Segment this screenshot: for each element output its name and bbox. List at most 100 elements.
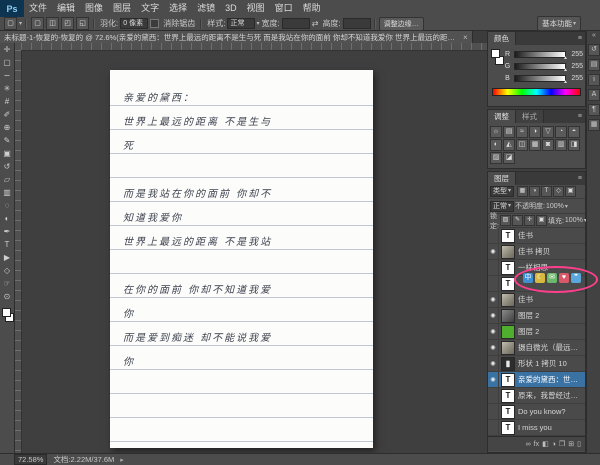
black-white-icon[interactable]: ◐	[490, 139, 502, 151]
panel-menu-icon[interactable]: ≡	[578, 35, 582, 42]
menu-item[interactable]: 文字	[136, 0, 164, 17]
layer-row[interactable]: T 亲爱的黛西：世界上…	[488, 372, 585, 388]
foreground-color-swatch[interactable]	[491, 49, 500, 58]
canvas-area[interactable]: 亲爱的黛西：世界上最远的距离 不是生与死而是我站在你的面前 你却不知道我爱你世界…	[14, 43, 487, 453]
layer-row[interactable]: 图层 2	[488, 308, 585, 324]
foreground-color-swatch[interactable]	[2, 308, 11, 317]
marquee-tool[interactable]: ▢	[0, 56, 14, 69]
layer-visibility-toggle[interactable]	[488, 292, 499, 308]
shape-tool[interactable]: ◇	[0, 264, 14, 277]
threshold-icon[interactable]: ◨	[568, 139, 580, 151]
move-tool[interactable]: ✛	[0, 43, 14, 56]
layer-thumbnail[interactable]: T	[501, 389, 515, 403]
invert-icon[interactable]: ◙	[542, 139, 554, 151]
filter-pixel-icon[interactable]: ▦	[517, 186, 528, 197]
paragraph-panel-icon[interactable]: ¶	[588, 104, 600, 116]
pen-tool[interactable]: ✒	[0, 225, 14, 238]
eyedropper-tool[interactable]: ✐	[0, 108, 14, 121]
menu-item[interactable]: 帮助	[298, 0, 326, 17]
gradient-tool[interactable]: ▥	[0, 186, 14, 199]
crop-tool[interactable]: #	[0, 95, 14, 108]
lasso-tool[interactable]: ∽	[0, 69, 14, 82]
layer-visibility-toggle[interactable]	[488, 404, 499, 420]
brightness-contrast-icon[interactable]: ☼	[490, 126, 502, 138]
feather-input[interactable]: 0 像素	[120, 18, 148, 29]
menu-item[interactable]: 窗口	[270, 0, 298, 17]
channel-value[interactable]: 255	[569, 51, 583, 58]
brush-tool[interactable]: ✎	[0, 134, 14, 147]
layer-thumbnail[interactable]	[501, 293, 515, 307]
selection-mode-icon[interactable]: ▢	[31, 17, 44, 30]
layer-visibility-toggle[interactable]	[488, 308, 499, 324]
history-panel-icon[interactable]: ↺	[588, 44, 600, 56]
type-tool[interactable]: T	[0, 238, 14, 251]
layer-visibility-toggle[interactable]	[488, 420, 499, 436]
channel-mixer-icon[interactable]: ◫	[516, 139, 528, 151]
layer-row[interactable]: 佳书	[488, 292, 585, 308]
filter-type-icon[interactable]: T	[541, 186, 552, 197]
width-input[interactable]	[282, 18, 310, 29]
tab-color[interactable]: 颜色	[488, 32, 516, 45]
selection-mode-icon[interactable]: ◰	[61, 17, 74, 30]
selection-mode-icon[interactable]: ◫	[46, 17, 59, 30]
tab-styles[interactable]: 样式	[516, 110, 544, 123]
layer-visibility-toggle[interactable]	[488, 340, 499, 356]
menu-item[interactable]: 滤镜	[192, 0, 220, 17]
chevron-down-icon[interactable]: ▾	[565, 203, 568, 210]
navigator-panel-icon[interactable]: ▦	[588, 119, 600, 131]
layer-visibility-toggle[interactable]	[488, 276, 499, 292]
height-input[interactable]	[343, 18, 371, 29]
path-selection-tool[interactable]: ▶	[0, 251, 14, 264]
layer-visibility-toggle[interactable]	[488, 324, 499, 340]
adjustment-layer-icon[interactable]: ◑	[552, 441, 556, 448]
layer-row[interactable]: T I miss you	[488, 420, 585, 436]
delete-layer-icon[interactable]: ▯	[577, 440, 581, 448]
quick-selection-tool[interactable]: ✳	[0, 82, 14, 95]
selective-color-icon[interactable]: ◪	[503, 152, 515, 164]
layer-visibility-toggle[interactable]	[488, 388, 499, 404]
panel-menu-icon[interactable]: ≡	[578, 113, 582, 120]
layer-visibility-toggle[interactable]	[488, 260, 499, 276]
eraser-tool[interactable]: ▱	[0, 173, 14, 186]
color-lookup-icon[interactable]: ▦	[529, 139, 541, 151]
layer-visibility-toggle[interactable]	[488, 372, 499, 388]
filter-adjustment-icon[interactable]: ◑	[529, 186, 540, 197]
history-brush-tool[interactable]: ↺	[0, 160, 14, 173]
layer-thumbnail[interactable]	[501, 245, 515, 259]
layer-row[interactable]: T Do you know?	[488, 404, 585, 420]
layer-row[interactable]: 图层 2	[488, 324, 585, 340]
info-panel-icon[interactable]: i	[588, 74, 600, 86]
filter-smart-object-icon[interactable]: ▣	[565, 186, 576, 197]
tool-preset-caret-icon[interactable]: ▾	[19, 20, 22, 27]
antialias-checkbox[interactable]	[150, 19, 159, 28]
tab-adjustments[interactable]: 调整	[488, 110, 516, 123]
layer-thumbnail[interactable]: T	[501, 373, 515, 387]
lock-all-icon[interactable]: ▣	[536, 215, 547, 226]
fill-value[interactable]: 100%	[565, 217, 583, 224]
layer-visibility-toggle[interactable]	[488, 244, 499, 260]
layer-filter-select[interactable]: 类型 ▾	[490, 186, 514, 197]
layer-row[interactable]: T 原来，我曾经过你…	[488, 388, 585, 404]
menu-item[interactable]: 图层	[108, 0, 136, 17]
refine-edge-button[interactable]: 调整边缘…	[379, 17, 424, 31]
clone-stamp-tool[interactable]: ▣	[0, 147, 14, 160]
swap-dimensions-icon[interactable]: ⇄	[312, 19, 319, 28]
channel-value[interactable]: 255	[569, 63, 583, 70]
panel-menu-icon[interactable]: ≡	[578, 175, 582, 182]
menu-item[interactable]: 文件	[24, 0, 52, 17]
menu-item[interactable]: 选择	[164, 0, 192, 17]
layer-row[interactable]: ▮ 形状 1 拷贝 10	[488, 356, 585, 372]
exposure-icon[interactable]: ◑	[529, 126, 541, 138]
channel-value[interactable]: 255	[569, 75, 583, 82]
hue-saturation-icon[interactable]: ◔	[555, 126, 567, 138]
lock-position-icon[interactable]: ✛	[524, 215, 535, 226]
properties-panel-icon[interactable]: ▤	[588, 59, 600, 71]
filter-shape-icon[interactable]: ◇	[553, 186, 564, 197]
tool-preset-icon[interactable]: ▢	[4, 17, 17, 30]
layer-row[interactable]: T 佳书	[488, 228, 585, 244]
tab-layers[interactable]: 图层	[488, 172, 516, 185]
lock-pixels-icon[interactable]: ✎	[512, 215, 523, 226]
status-options-arrow-icon[interactable]: ▸	[120, 456, 124, 464]
layer-thumbnail[interactable]: T	[501, 405, 515, 419]
layer-thumbnail[interactable]: T	[501, 261, 515, 275]
